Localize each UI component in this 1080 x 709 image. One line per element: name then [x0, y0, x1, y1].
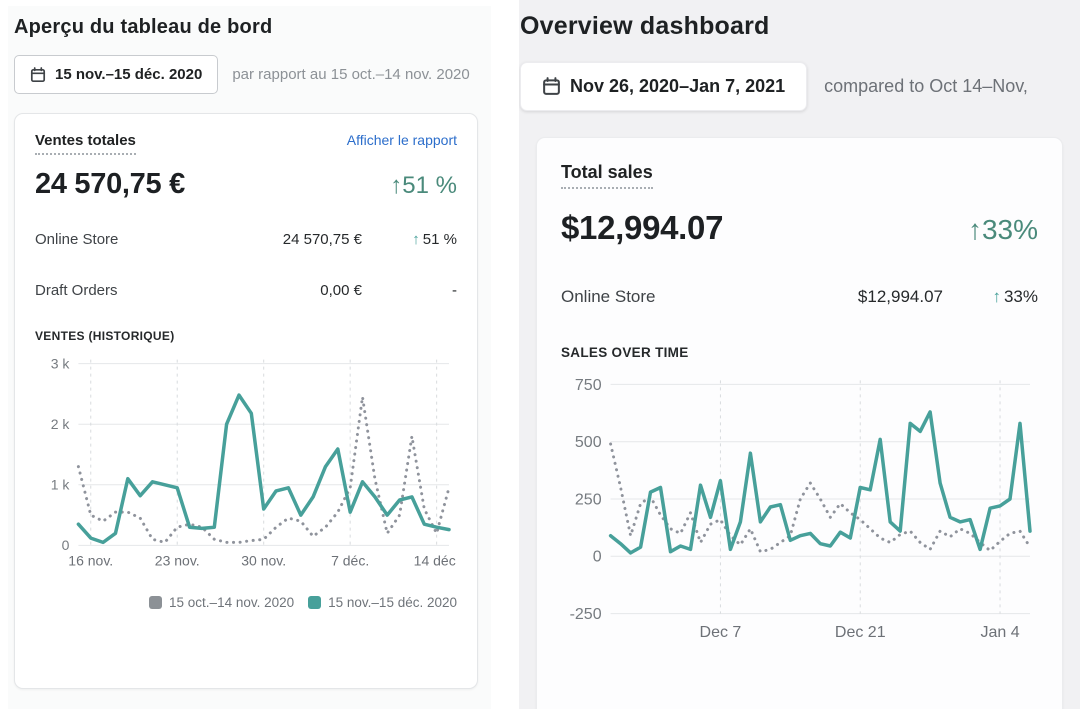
chart-heading: SALES OVER TIME [561, 345, 1038, 360]
total-sales-delta: ↑51 % [390, 172, 457, 200]
up-arrow-icon: ↑ [992, 287, 1001, 306]
calendar-icon [542, 77, 561, 96]
svg-text:-250: -250 [570, 606, 602, 623]
svg-text:16 nov.: 16 nov. [68, 553, 113, 569]
row-label: Draft Orders [35, 282, 192, 299]
svg-text:Jan 4: Jan 4 [980, 624, 1019, 641]
dashboard-panel-french: Aperçu du tableau de bord 15 nov.–15 déc… [8, 6, 491, 709]
svg-text:2 k: 2 k [51, 416, 71, 432]
chart-heading: VENTES (HISTORIQUE) [35, 329, 457, 343]
total-sales-amount: $12,994.07 [561, 209, 723, 247]
date-filter-row: Nov 26, 2020–Jan 7, 2021 compared to Oct… [520, 62, 1080, 111]
row-label: Online Store [35, 231, 192, 248]
chart-legend: 15 oct.–14 nov. 2020 15 nov.–15 déc. 202… [35, 595, 457, 610]
table-row: Online Store 24 570,75 € ↑51 % [35, 231, 457, 248]
legend-swatch-gray [149, 596, 162, 609]
row-label: Online Store [561, 287, 773, 307]
svg-text:0: 0 [62, 537, 70, 553]
svg-text:3 k: 3 k [51, 355, 71, 371]
svg-text:0: 0 [593, 549, 602, 566]
sales-history-chart: 3 k 2 k 1 k 016 nov. 23 nov. 30 nov. 7 déc. 14 … [35, 351, 457, 579]
date-range-label: Nov 26, 2020–Jan 7, 2021 [570, 76, 785, 97]
legend-item-current-period[interactable]: 15 nov.–15 déc. 2020 [308, 595, 457, 610]
dashboard-panel-english: Overview dashboard Nov 26, 2020–Jan 7, 2… [519, 0, 1080, 709]
total-sales-card: Ventes totales Afficher le rapport 24 57… [14, 113, 478, 689]
comparison-period-text: par rapport au 15 oct.–14 nov. 2020 [232, 66, 469, 83]
row-change: ↑51 % [362, 231, 457, 248]
svg-text:Dec 21: Dec 21 [835, 624, 886, 641]
svg-text:1 k: 1 k [51, 477, 71, 493]
metric-title[interactable]: Ventes totales [35, 132, 136, 155]
date-range-button[interactable]: Nov 26, 2020–Jan 7, 2021 [520, 62, 807, 111]
comparison-period-text: compared to Oct 14–Nov, [824, 76, 1028, 97]
row-value: 24 570,75 € [192, 231, 362, 248]
svg-text:7 déc.: 7 déc. [331, 553, 369, 569]
table-row: Draft Orders 0,00 € - [35, 282, 457, 299]
page-title: Aperçu du tableau de bord [14, 16, 491, 39]
row-value: $12,994.07 [773, 287, 943, 307]
svg-text:750: 750 [575, 377, 602, 394]
row-change: - [362, 282, 457, 299]
date-range-label: 15 nov.–15 déc. 2020 [55, 66, 202, 83]
svg-text:14 déc.: 14 déc. [414, 553, 457, 569]
legend-swatch-teal [308, 596, 321, 609]
date-range-button[interactable]: 15 nov.–15 déc. 2020 [14, 55, 218, 94]
legend-item-previous-period[interactable]: 15 oct.–14 nov. 2020 [149, 595, 294, 610]
calendar-icon [30, 67, 46, 83]
svg-text:250: 250 [575, 491, 602, 508]
svg-text:500: 500 [575, 434, 602, 451]
view-report-link[interactable]: Afficher le rapport [347, 132, 457, 148]
svg-text:Dec 7: Dec 7 [700, 624, 742, 641]
row-value: 0,00 € [192, 282, 362, 299]
total-sales-amount: 24 570,75 € [35, 168, 185, 201]
total-sales-card: Total sales $12,994.07 ↑33% Online Store… [536, 137, 1063, 709]
total-sales-delta: ↑33% [968, 214, 1038, 246]
up-arrow-icon: ↑ [412, 231, 420, 248]
svg-text:23 nov.: 23 nov. [155, 553, 200, 569]
channel-breakdown: Online Store $12,994.07 ↑33% [561, 287, 1038, 307]
svg-text:30 nov.: 30 nov. [241, 553, 286, 569]
page-title: Overview dashboard [520, 12, 1080, 41]
date-filter-row: 15 nov.–15 déc. 2020 par rapport au 15 o… [14, 55, 491, 94]
metric-title[interactable]: Total sales [561, 162, 653, 189]
table-row: Online Store $12,994.07 ↑33% [561, 287, 1038, 307]
sales-over-time-chart: 750 500 250 0 -250 Dec 7 Dec 21 Jan 4 [561, 370, 1038, 652]
channel-breakdown: Online Store 24 570,75 € ↑51 % Draft Ord… [35, 231, 457, 299]
row-change: ↑33% [943, 287, 1038, 307]
